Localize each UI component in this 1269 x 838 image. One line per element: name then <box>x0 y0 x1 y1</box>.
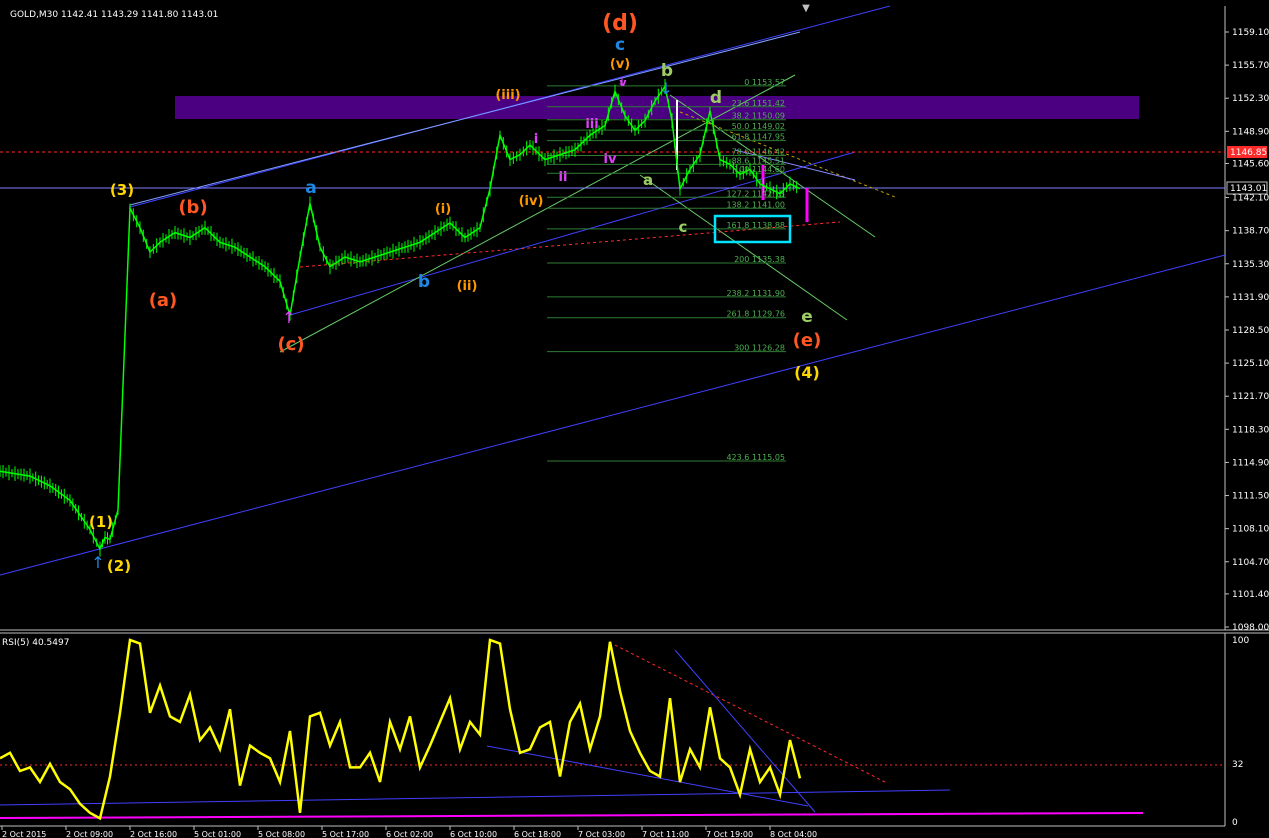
wave-label: (a) <box>149 290 178 311</box>
time-tick-label: 8 Oct 04:00 <box>770 830 817 838</box>
rsi-tick-label: 100 <box>1232 636 1249 646</box>
wave-label: i <box>534 132 538 147</box>
wave-label: ii <box>559 170 568 185</box>
fib-level-label: 238.2 1131.90 <box>726 289 785 298</box>
time-tick-label: 6 Oct 10:00 <box>450 830 497 838</box>
arrow-down-icon: ↓ <box>659 79 672 98</box>
fib-level-label: 423.6 1115.05 <box>726 453 785 462</box>
fib-level-label: 61.8 1147.95 <box>732 133 785 142</box>
time-tick-label: 6 Oct 02:00 <box>386 830 433 838</box>
price-tick-label: 1114.90 <box>1232 458 1269 468</box>
wave-label: (ii) <box>457 279 478 294</box>
price-tick-label: 1128.50 <box>1232 326 1269 336</box>
wave-label: v <box>619 76 627 89</box>
fib-level-label: 38.2 1150.09 <box>732 112 785 121</box>
time-tick-label: 6 Oct 18:00 <box>514 830 561 838</box>
fib-level-label: 50.0 1149.02 <box>732 122 785 131</box>
time-tick-label: 5 Oct 17:00 <box>322 830 369 838</box>
wave-label: a <box>305 178 316 198</box>
price-chart: ↑ ↑ ↓ ↓ (d)c(v)vbd(iii)iiiiiiiva(iv)c(3)… <box>0 0 1269 838</box>
time-tick-label: 2 Oct 09:00 <box>66 830 113 838</box>
rsi-tick-label: 32 <box>1232 760 1243 770</box>
wave-label: (iii) <box>495 88 520 103</box>
time-tick-label: 5 Oct 08:00 <box>258 830 305 838</box>
time-tick-label: 2 Oct 16:00 <box>130 830 177 838</box>
price-tick-label: 1125.10 <box>1232 359 1269 369</box>
symbol-info: GOLD,M30 1142.41 1143.29 1141.80 1143.01 <box>10 10 218 20</box>
time-tick-label: 7 Oct 11:00 <box>642 830 689 838</box>
fib-level-label: 161.8 1138.88 <box>726 221 785 230</box>
wave-label: a <box>643 171 653 189</box>
rsi-title: RSI(5) 40.5497 <box>2 638 69 648</box>
wave-label: iii <box>585 117 598 132</box>
price-tick-label: 1101.40 <box>1232 590 1269 600</box>
wave-label: (3) <box>110 181 134 199</box>
wave-label: (b) <box>178 197 207 218</box>
price-tick-label: 1142.10 <box>1232 194 1269 204</box>
fib-level-label: 200 1135.38 <box>734 255 785 264</box>
time-tick-label: 2 Oct 2015 <box>2 830 46 838</box>
current-price-label: 1143.01 <box>1230 184 1267 194</box>
time-tick-label: 5 Oct 01:00 <box>194 830 241 838</box>
price-tick-label: 1135.30 <box>1232 260 1269 270</box>
arrow-up-icon: ↑ <box>91 553 104 572</box>
wave-label: c <box>615 35 625 55</box>
price-tick-label: 1155.70 <box>1232 61 1269 71</box>
fib-level-label: 23.6 1151.42 <box>732 99 785 108</box>
fib-level-label: 100 1144.60 <box>734 165 785 174</box>
price-tick-label: 1145.60 <box>1232 159 1269 169</box>
wave-label: (e) <box>793 330 822 351</box>
fib-level-label: 127.2 1142.13 <box>726 189 785 198</box>
price-tick-label: 1118.30 <box>1232 425 1269 435</box>
wave-label: b <box>418 272 430 292</box>
arrow-up-icon: ↑ <box>282 308 295 327</box>
price-tick-label: 1152.30 <box>1232 94 1269 104</box>
price-tick-label: 1159.10 <box>1232 28 1269 38</box>
price-tick-label: 1111.50 <box>1232 492 1269 502</box>
wave-label: (v) <box>610 57 630 72</box>
wave-label: (4) <box>794 363 820 382</box>
price-tick-label: 1131.90 <box>1232 293 1269 303</box>
fib-level-label: 300 1126.28 <box>734 344 785 353</box>
wave-label: (1) <box>89 513 113 531</box>
wave-label: (2) <box>107 557 131 575</box>
wave-label: (c) <box>277 334 304 355</box>
wave-label: d <box>710 88 722 108</box>
price-tick-label: 1108.10 <box>1232 525 1269 535</box>
fib-level-label: 78.6 1146.42 <box>732 147 785 156</box>
wave-label: c <box>679 218 688 236</box>
rsi-tick-label: 0 <box>1232 818 1238 828</box>
wave-label: (iv) <box>519 194 544 209</box>
fib-level-label: 0 1153.57 <box>744 78 785 87</box>
price-tick-label: 1104.70 <box>1232 558 1269 568</box>
fib-level-label: 261.8 1129.76 <box>726 310 785 319</box>
fib-level-label: 138.2 1141.00 <box>726 200 785 209</box>
price-tick-label: 1098.00 <box>1232 623 1269 633</box>
price-tick-label: 1148.90 <box>1232 127 1269 137</box>
time-tick-label: 7 Oct 19:00 <box>706 830 753 838</box>
red-level-label: 1146.85 <box>1230 148 1267 158</box>
price-tick-label: 1138.70 <box>1232 227 1269 237</box>
fib-level-label: 88.6 1145.51 <box>732 156 785 165</box>
wave-label: iv <box>604 152 617 167</box>
wave-label: e <box>801 307 813 327</box>
window-menu-arrow-icon[interactable]: ▼ <box>802 3 810 14</box>
price-tick-label: 1121.70 <box>1232 392 1269 402</box>
time-tick-label: 7 Oct 03:00 <box>578 830 625 838</box>
wave-label: (i) <box>435 202 451 217</box>
wave-label: (d) <box>602 11 638 36</box>
wave-label: b <box>661 61 673 81</box>
